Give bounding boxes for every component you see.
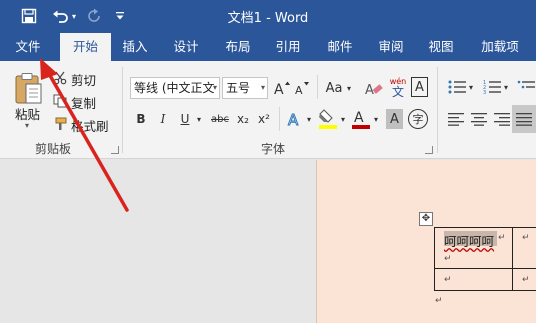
paste-icon[interactable] [10, 71, 46, 107]
numbering-icon[interactable]: 1 2 3 [482, 77, 502, 97]
paragraph-mark: ↵ [444, 254, 452, 264]
svg-text:A: A [354, 110, 364, 126]
paragraph-mark: ↵ [435, 296, 443, 306]
bold-button[interactable]: B [133, 109, 149, 129]
chevron-down-icon: ▾ [212, 83, 217, 92]
title-bar: ▾ 文档1 - Word [0, 0, 536, 33]
tab-mailings[interactable]: 邮件 [318, 33, 362, 61]
grow-font-icon[interactable]: A [273, 77, 291, 99]
table-border [434, 227, 435, 291]
chevron-down-icon: ▾ [260, 83, 265, 92]
tab-references[interactable]: 引用 [266, 33, 310, 61]
change-case-button[interactable]: Aa [322, 77, 346, 99]
ribbon-home: 粘贴 ▾ 剪切 复制 格式刷 剪贴板 等线 (中文正文 ▾ 五号 ▾ A A A… [0, 61, 536, 159]
table-move-handle[interactable]: ✥ [419, 212, 433, 226]
table-border [434, 290, 536, 291]
character-shading-button[interactable]: A [386, 109, 403, 129]
tab-addins[interactable]: 加载项 [471, 33, 529, 61]
document-title: 文档1 - Word [227, 11, 309, 26]
group-divider [437, 67, 438, 153]
enclose-characters-button[interactable]: 字 [408, 109, 428, 129]
copy-button[interactable]: 复制 [71, 93, 96, 112]
clear-formatting-icon[interactable]: A [363, 77, 385, 99]
highlight-dropdown-icon[interactable]: ▾ [339, 109, 347, 129]
cut-button[interactable]: 剪切 [71, 70, 96, 89]
font-size-value: 五号 [226, 81, 251, 95]
font-group-label: 字体 [261, 142, 286, 156]
text-effects-icon[interactable]: A [285, 109, 305, 129]
table-border [434, 227, 536, 228]
cut-icon[interactable] [52, 70, 68, 86]
paragraph-mark: ↵ [498, 233, 506, 243]
tab-home[interactable]: 开始 [60, 33, 111, 62]
tab-file[interactable]: 文件 [6, 33, 50, 61]
svg-text:A: A [365, 83, 374, 97]
tab-design[interactable]: 设计 [164, 33, 208, 61]
strikethrough-button[interactable]: abc [209, 109, 231, 129]
align-center-icon[interactable] [470, 109, 488, 129]
font-launcher-icon[interactable] [425, 146, 433, 154]
tab-view[interactable]: 视图 [419, 33, 463, 61]
change-case-dropdown-icon[interactable]: ▾ [345, 77, 353, 99]
align-right-icon[interactable] [493, 109, 511, 129]
multilevel-list-icon[interactable] [516, 77, 536, 97]
format-painter-icon[interactable] [52, 116, 68, 132]
tab-review[interactable]: 审阅 [369, 33, 413, 61]
divider [279, 107, 280, 131]
italic-button[interactable]: I [155, 109, 171, 129]
bullets-icon[interactable] [447, 77, 467, 97]
underline-dropdown-icon[interactable]: ▾ [195, 109, 203, 129]
ribbon-tab-bar: 文件 开始 插入 设计 布局 引用 邮件 审阅 视图 加载项 [0, 33, 536, 62]
svg-text:A: A [274, 82, 284, 96]
svg-text:A: A [288, 111, 299, 128]
phonetic-char: 文 [391, 85, 404, 99]
group-divider [122, 67, 123, 153]
table-border [434, 268, 536, 269]
paragraph-mark: ↵ [444, 275, 452, 285]
divider [317, 75, 318, 99]
superscript-button[interactable]: x² [255, 109, 273, 129]
clipboard-launcher-icon[interactable] [111, 146, 119, 154]
character-border-button[interactable]: A [411, 77, 428, 97]
svg-text:A: A [295, 84, 303, 96]
format-painter-button[interactable]: 格式刷 [71, 116, 109, 135]
table-cell-text[interactable]: 呵呵呵呵 [444, 231, 494, 250]
font-color-dropdown-icon[interactable]: ▾ [372, 109, 380, 129]
font-name-combo[interactable]: 等线 (中文正文 ▾ [130, 77, 220, 99]
numbering-dropdown-icon[interactable]: ▾ [502, 77, 510, 97]
highlight-icon[interactable] [317, 107, 339, 131]
font-size-combo[interactable]: 五号 ▾ [222, 77, 268, 99]
shrink-font-icon[interactable]: A [293, 77, 311, 99]
justify-icon[interactable] [512, 105, 536, 133]
text-effects-dropdown-icon[interactable]: ▾ [305, 109, 313, 129]
font-color-icon[interactable]: A [350, 107, 372, 131]
paragraph-mark: ↵ [522, 275, 530, 285]
table-border [512, 227, 513, 291]
clipboard-group-label: 剪贴板 [35, 142, 72, 156]
align-left-icon[interactable] [447, 109, 465, 129]
svg-text:3: 3 [483, 90, 486, 95]
tab-insert[interactable]: 插入 [113, 33, 157, 61]
font-name-value: 等线 (中文正文 [134, 81, 215, 95]
underline-button[interactable]: U [177, 109, 193, 129]
copy-icon[interactable] [52, 93, 68, 109]
tab-layout[interactable]: 布局 [216, 33, 260, 61]
bullets-dropdown-icon[interactable]: ▾ [467, 77, 475, 97]
paragraph-mark: ↵ [522, 233, 530, 243]
subscript-button[interactable]: x₂ [234, 109, 252, 129]
highlight-color-swatch [319, 125, 337, 129]
paste-dropdown-icon[interactable]: ▾ [25, 121, 29, 130]
phonetic-guide-button[interactable]: wén 文 [387, 73, 409, 101]
